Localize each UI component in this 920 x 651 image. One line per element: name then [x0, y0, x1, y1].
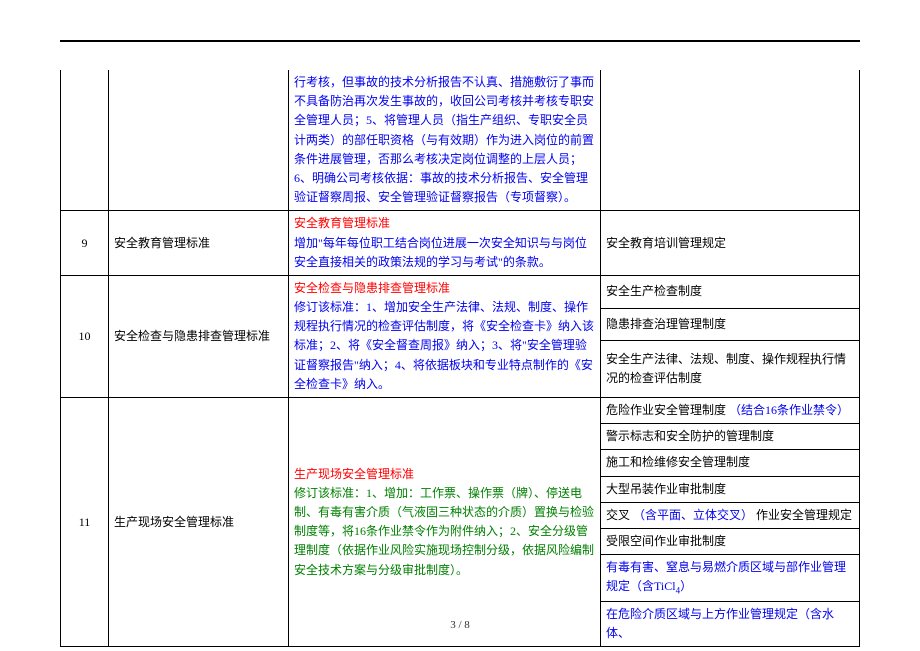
page-footer: 3 / 8 [0, 619, 920, 631]
cell-name: 安全检查与隐患排查管理标准 [109, 275, 289, 397]
cell-right: 安全生产检查制度 [601, 275, 860, 308]
cell-num: 10 [61, 275, 109, 397]
cell-desc-cont: 行考核，但事故的技术分析报告不认真、措施敷衍了事而不具备防治再次发生事故的，收回… [289, 70, 601, 211]
desc-body: 修订该标准：1、增加安全生产法律、法规、制度、操作规程执行情况的检查评估制度，将… [294, 300, 594, 391]
desc-body: 修订该标准：1、增加：工作票、操作票（牌）、停送电制、有毒有害介质（气液固三种状… [294, 486, 594, 577]
desc-title: 安全检查与隐患排查管理标准 [294, 281, 450, 295]
right-note: （结合16条作业禁令） [729, 403, 849, 417]
cell-name: 安全教育管理标准 [109, 211, 289, 276]
cell-right-empty [601, 70, 860, 211]
table-row: 行考核，但事故的技术分析报告不认真、措施敷衍了事而不具备防治再次发生事故的，收回… [61, 70, 860, 211]
standards-table: 行考核，但事故的技术分析报告不认真、措施敷衍了事而不具备防治再次发生事故的，收回… [60, 70, 860, 647]
cell-right: 隐患排查治理管理制度 [601, 308, 860, 341]
right-text: ） [680, 579, 692, 593]
cell-right: 安全生产法律、法规、制度、操作规程执行情况的检查评估制度 [601, 341, 860, 398]
cell-right: 警示标志和安全防护的管理制度 [601, 424, 860, 450]
cell-desc: 安全教育管理标准 增加"每年每位职工结合岗位进展一次安全知识与与岗位安全直接相关… [289, 211, 601, 276]
table-row: 9 安全教育管理标准 安全教育管理标准 增加"每年每位职工结合岗位进展一次安全知… [61, 211, 860, 276]
right-text: 交叉 [606, 508, 630, 522]
desc-title: 安全教育管理标准 [294, 216, 390, 230]
desc-body: 增加"每年每位职工结合岗位进展一次安全知识与与岗位安全直接相关的政策法规的学习与… [294, 236, 587, 269]
cell-right: 受限空间作业审批制度 [601, 528, 860, 554]
cell-right: 施工和检维修安全管理制度 [601, 450, 860, 476]
cell-desc: 生产现场安全管理标准 修订该标准：1、增加：工作票、操作票（牌）、停送电制、有毒… [289, 398, 601, 647]
cell-num-empty [61, 70, 109, 211]
cell-right: 交叉 （含平面、立体交叉） 作业安全管理规定 [601, 502, 860, 528]
cell-num: 9 [61, 211, 109, 276]
cell-right: 危险作业安全管理制度 （结合16条作业禁令） [601, 398, 860, 424]
page-top-rule [60, 40, 860, 42]
cell-num: 11 [61, 398, 109, 647]
cell-right: 有毒有害、窒息与易燃介质区域与部作业管理规定（含TiCl4） [601, 555, 860, 602]
cell-right: 安全教育培训管理规定 [601, 211, 860, 276]
right-text: 作业安全管理规定 [756, 508, 852, 522]
cell-desc: 安全检查与隐患排查管理标准 修订该标准：1、增加安全生产法律、法规、制度、操作规… [289, 275, 601, 397]
page-sep: / [456, 619, 465, 631]
right-text: 有毒有害、窒息与易燃介质区域与部作业管理规定（含TiCl [606, 560, 846, 593]
cell-name: 生产现场安全管理标准 [109, 398, 289, 647]
table-row: 11 生产现场安全管理标准 生产现场安全管理标准 修订该标准：1、增加：工作票、… [61, 398, 860, 424]
desc-title: 生产现场安全管理标准 [294, 467, 414, 481]
right-text: 危险作业安全管理制度 [606, 403, 726, 417]
right-note: （含平面、立体交叉） [633, 508, 753, 522]
table-row: 10 安全检查与隐患排查管理标准 安全检查与隐患排查管理标准 修订该标准：1、增… [61, 275, 860, 308]
page-total: 8 [464, 619, 470, 631]
cell-right: 大型吊装作业审批制度 [601, 476, 860, 502]
cell-name-empty [109, 70, 289, 211]
